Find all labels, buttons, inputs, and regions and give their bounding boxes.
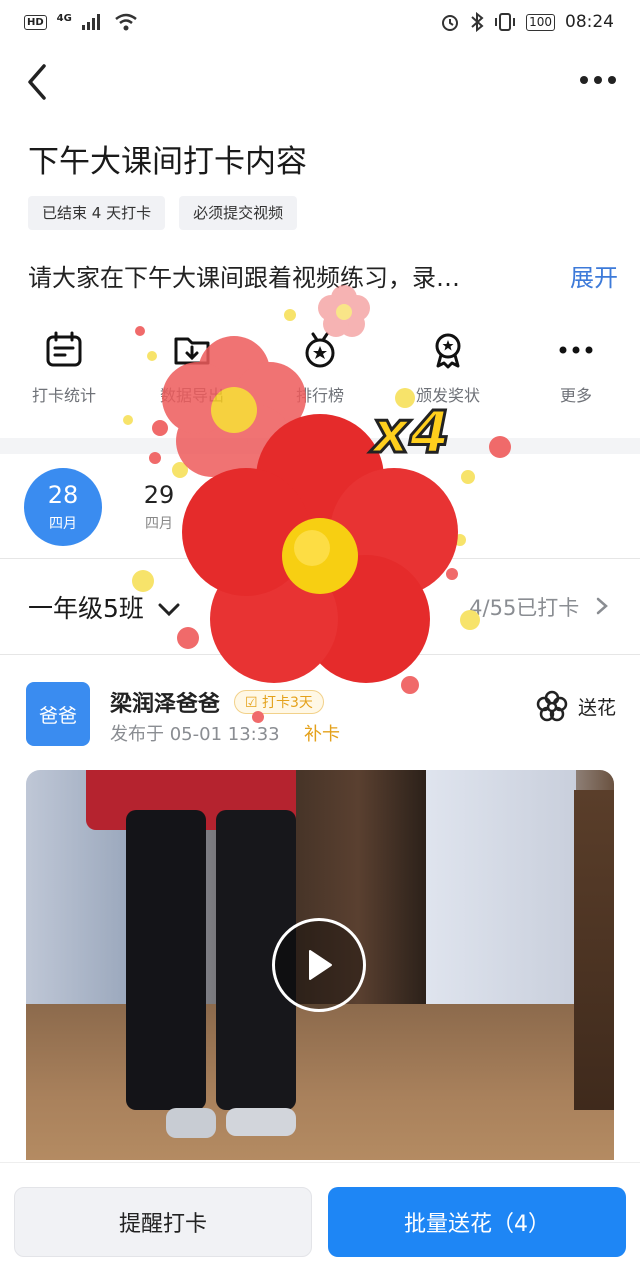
more-menu-button[interactable] [578, 60, 618, 100]
chevron-left-icon [28, 64, 46, 100]
flower-multiplier: x4 [371, 397, 452, 468]
makeup-label: 补卡 [304, 724, 340, 745]
divider [0, 558, 640, 559]
action-label: 更多 [559, 386, 592, 405]
description-text: 请大家在下午大课间跟着视频练习，录… [28, 264, 460, 292]
medal-star-icon [300, 330, 340, 370]
remind-checkin-button[interactable]: 提醒打卡 [14, 1187, 312, 1257]
action-leaderboard[interactable]: 排行榜 [256, 330, 384, 420]
wifi-icon [115, 13, 137, 31]
video-scene-wall [426, 770, 576, 1012]
requirement-tag: 必须提交视频 [179, 196, 298, 230]
progress-text: 4/55已打卡 [469, 596, 580, 620]
checkin-progress[interactable]: 4/55已打卡 [469, 592, 608, 622]
signal-bars-icon [81, 14, 100, 30]
status-tag: 已结束 4 天打卡 [28, 196, 166, 230]
status-bar: HD 4G 100 08:24 [0, 0, 640, 44]
date-item-28[interactable]: 28 四月 [24, 468, 102, 546]
action-label: 排行榜 [295, 386, 344, 405]
class-name: 一年级5班 [28, 594, 144, 623]
action-label: 数据导出 [159, 386, 224, 405]
date-item-29[interactable]: 29 四月 [120, 468, 198, 546]
section-divider [0, 438, 640, 454]
batch-send-flower-button[interactable]: 批量送花（4） [328, 1187, 626, 1257]
video-scene-floor [26, 1004, 614, 1160]
more-dots-icon [556, 330, 596, 370]
checkin-check-icon: ☑ [245, 695, 258, 711]
back-button[interactable] [22, 58, 58, 102]
date-selector: 28 四月 29 四月 [24, 468, 198, 546]
play-icon [309, 950, 332, 980]
class-selector[interactable]: 一年级5班 [28, 589, 180, 625]
hd-indicator: HD [24, 14, 47, 30]
action-more[interactable]: 更多 [512, 330, 640, 420]
date-day: 28 [47, 481, 79, 509]
send-flower-button[interactable]: 送花 [536, 690, 616, 722]
battery-indicator: 100 [526, 13, 555, 31]
send-flower-label: 送花 [577, 696, 616, 719]
date-day: 29 [143, 481, 175, 509]
more-dots-icon [580, 76, 616, 84]
tag-list: 已结束 4 天打卡 必须提交视频 [28, 196, 298, 230]
video-scene-chair [574, 790, 614, 1110]
date-month: 四月 [49, 516, 77, 532]
video-scene-leg [126, 810, 206, 1110]
clock: 08:24 [565, 12, 614, 32]
page-title: 下午大课间打卡内容 [28, 144, 307, 180]
streak-badge: ☑ 打卡3天 [234, 690, 324, 714]
description: 请大家在下午大课间跟着视频练习，录… 展开 [28, 258, 618, 293]
video-scene-shoe [226, 1108, 296, 1136]
avatar[interactable]: 爸爸 [26, 682, 90, 746]
play-button[interactable] [272, 918, 366, 1012]
bottom-action-bar: 提醒打卡 批量送花（4） [0, 1162, 640, 1280]
video-scene-shoe [166, 1108, 216, 1138]
date-month: 四月 [145, 516, 173, 532]
class-row: 一年级5班 4/55已打卡 [28, 584, 608, 630]
action-label: 打卡统计 [31, 386, 96, 405]
divider [0, 654, 640, 655]
streak-label: 打卡3天 [262, 695, 313, 711]
alarm-icon [442, 15, 459, 31]
calendar-stats-icon [44, 330, 84, 370]
action-row: 打卡统计 数据导出 排行榜 颁发奖状 更多 [0, 330, 640, 420]
network-type: 4G [56, 12, 72, 24]
award-ribbon-icon [428, 330, 468, 370]
chevron-right-icon [596, 596, 608, 620]
vibrate-icon [495, 13, 516, 31]
folder-download-icon [172, 330, 212, 370]
top-nav [0, 52, 640, 108]
action-data-export[interactable]: 数据导出 [128, 330, 256, 420]
video-thumbnail[interactable] [26, 770, 614, 1160]
bluetooth-icon [471, 12, 484, 32]
chevron-down-icon [158, 601, 180, 622]
poster-name: 梁润泽爸爸 [110, 692, 221, 717]
action-checkin-stats[interactable]: 打卡统计 [0, 330, 128, 420]
flower-outline-icon [536, 690, 568, 722]
expand-link[interactable]: 展开 [570, 258, 618, 293]
post-time: 发布于 05-01 13:33 [110, 724, 280, 745]
